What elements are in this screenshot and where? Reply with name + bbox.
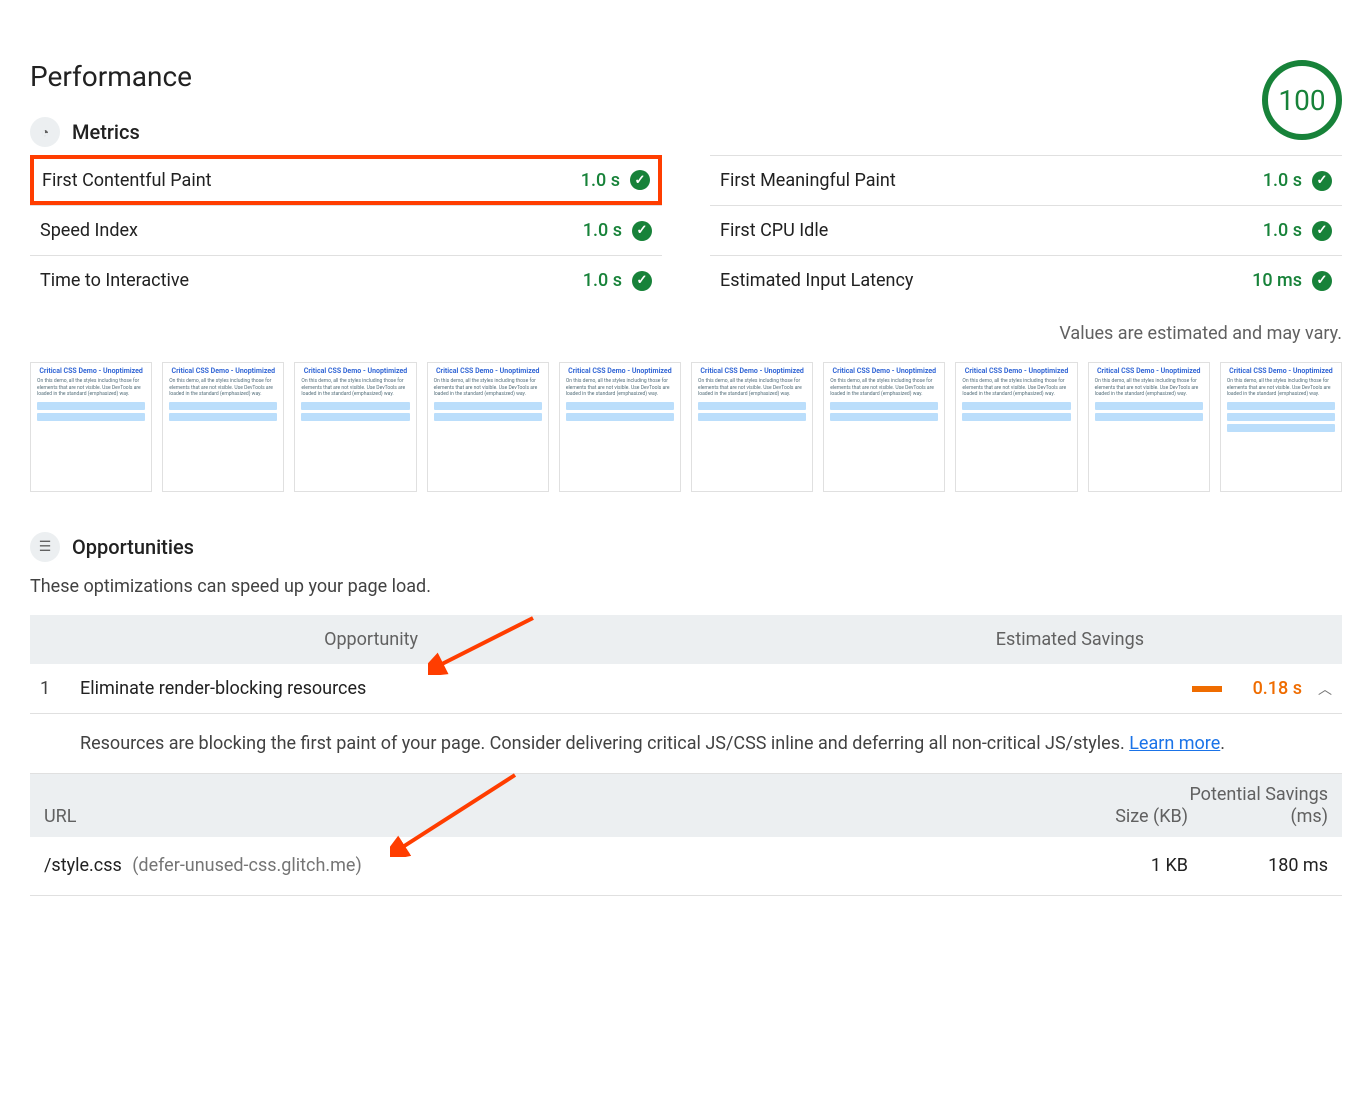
metric-label: Time to Interactive <box>40 270 189 291</box>
metrics-footnote: Values are estimated and may vary. <box>30 323 1342 344</box>
savings-column-header: Estimated Savings <box>418 629 1324 650</box>
metric-label: First Meaningful Paint <box>720 170 896 191</box>
metric-value: 10 ms <box>1252 270 1302 291</box>
learn-more-link[interactable]: Learn more <box>1129 733 1220 754</box>
metric-value: 1.0 s <box>1263 170 1302 191</box>
opportunities-icon: ☰ <box>30 532 60 562</box>
metric-speed-index[interactable]: Speed Index 1.0 s ✓ <box>30 205 662 255</box>
filmstrip-frame: Critical CSS Demo - UnoptimizedOn this d… <box>559 362 681 492</box>
potential-savings-column-header: Potential Savings (ms) <box>1188 784 1328 827</box>
check-icon: ✓ <box>1312 171 1332 191</box>
performance-score: 100 <box>1262 60 1342 140</box>
url-column-header: URL <box>44 806 1058 827</box>
filmstrip-frame: Critical CSS Demo - UnoptimizedOn this d… <box>162 362 284 492</box>
stopwatch-icon: ◔ <box>30 117 60 147</box>
metrics-grid: First Contentful Paint 1.0 s ✓ First Mea… <box>30 155 1342 305</box>
check-icon: ✓ <box>1312 221 1332 241</box>
page-title: Performance <box>30 60 192 93</box>
filmstrip-frame: Critical CSS Demo - UnoptimizedOn this d… <box>823 362 945 492</box>
opportunities-description: These optimizations can speed up your pa… <box>30 576 1342 597</box>
check-icon: ✓ <box>632 271 652 291</box>
metric-value: 1.0 s <box>583 220 622 241</box>
filmstrip-frame: Critical CSS Demo - UnoptimizedOn this d… <box>1220 362 1342 492</box>
check-icon: ✓ <box>632 221 652 241</box>
chevron-up-icon[interactable]: ︿ <box>1302 679 1332 699</box>
filmstrip-frame: Critical CSS Demo - UnoptimizedOn this d… <box>30 362 152 492</box>
size-column-header: Size (KB) <box>1058 806 1188 827</box>
resource-host: (defer-unused-css.glitch.me) <box>132 855 361 876</box>
check-icon: ✓ <box>630 170 650 190</box>
opportunity-time: 0.18 s <box>1232 678 1302 699</box>
filmstrip: Critical CSS Demo - UnoptimizedOn this d… <box>30 362 1342 492</box>
metric-label: First Contentful Paint <box>42 170 212 191</box>
opportunities-table-header: Opportunity Estimated Savings <box>30 615 1342 664</box>
metric-first-contentful-paint[interactable]: First Contentful Paint 1.0 s ✓ <box>30 155 662 205</box>
resource-row[interactable]: /style.css (defer-unused-css.glitch.me) … <box>30 837 1342 896</box>
opportunity-row[interactable]: 1 Eliminate render-blocking resources 0.… <box>30 664 1342 714</box>
resource-savings: 180 ms <box>1188 855 1328 877</box>
metrics-section-header: ◔ Metrics <box>30 117 192 147</box>
metrics-title: Metrics <box>72 120 140 144</box>
metric-first-meaningful-paint[interactable]: First Meaningful Paint 1.0 s ✓ <box>710 155 1342 205</box>
metric-estimated-input-latency[interactable]: Estimated Input Latency 10 ms ✓ <box>710 255 1342 305</box>
opportunity-column-header: Opportunity <box>48 629 418 650</box>
check-icon: ✓ <box>1312 271 1332 291</box>
metric-time-to-interactive[interactable]: Time to Interactive 1.0 s ✓ <box>30 255 662 305</box>
opportunity-number: 1 <box>40 678 80 699</box>
filmstrip-frame: Critical CSS Demo - UnoptimizedOn this d… <box>427 362 549 492</box>
metric-label: First CPU Idle <box>720 220 828 241</box>
metric-value: 1.0 s <box>583 270 622 291</box>
metric-first-cpu-idle[interactable]: First CPU Idle 1.0 s ✓ <box>710 205 1342 255</box>
savings-bar <box>1162 686 1222 692</box>
metric-label: Estimated Input Latency <box>720 270 913 291</box>
resource-path: /style.css <box>44 855 122 876</box>
filmstrip-frame: Critical CSS Demo - UnoptimizedOn this d… <box>294 362 416 492</box>
filmstrip-frame: Critical CSS Demo - UnoptimizedOn this d… <box>691 362 813 492</box>
metric-value: 1.0 s <box>1263 220 1302 241</box>
opportunity-detail: Resources are blocking the first paint o… <box>30 714 1342 774</box>
opportunities-section-header: ☰ Opportunities <box>30 532 1342 562</box>
opportunity-title: Eliminate render-blocking resources <box>80 678 1162 699</box>
resource-size: 1 KB <box>1058 855 1188 876</box>
filmstrip-frame: Critical CSS Demo - UnoptimizedOn this d… <box>1088 362 1210 492</box>
filmstrip-frame: Critical CSS Demo - UnoptimizedOn this d… <box>955 362 1077 492</box>
resource-table-header: URL Size (KB) Potential Savings (ms) <box>30 774 1342 837</box>
opportunity-detail-text: Resources are blocking the first paint o… <box>80 733 1129 754</box>
metric-label: Speed Index <box>40 220 138 241</box>
opportunities-title: Opportunities <box>72 535 194 559</box>
metric-value: 1.0 s <box>581 170 620 191</box>
